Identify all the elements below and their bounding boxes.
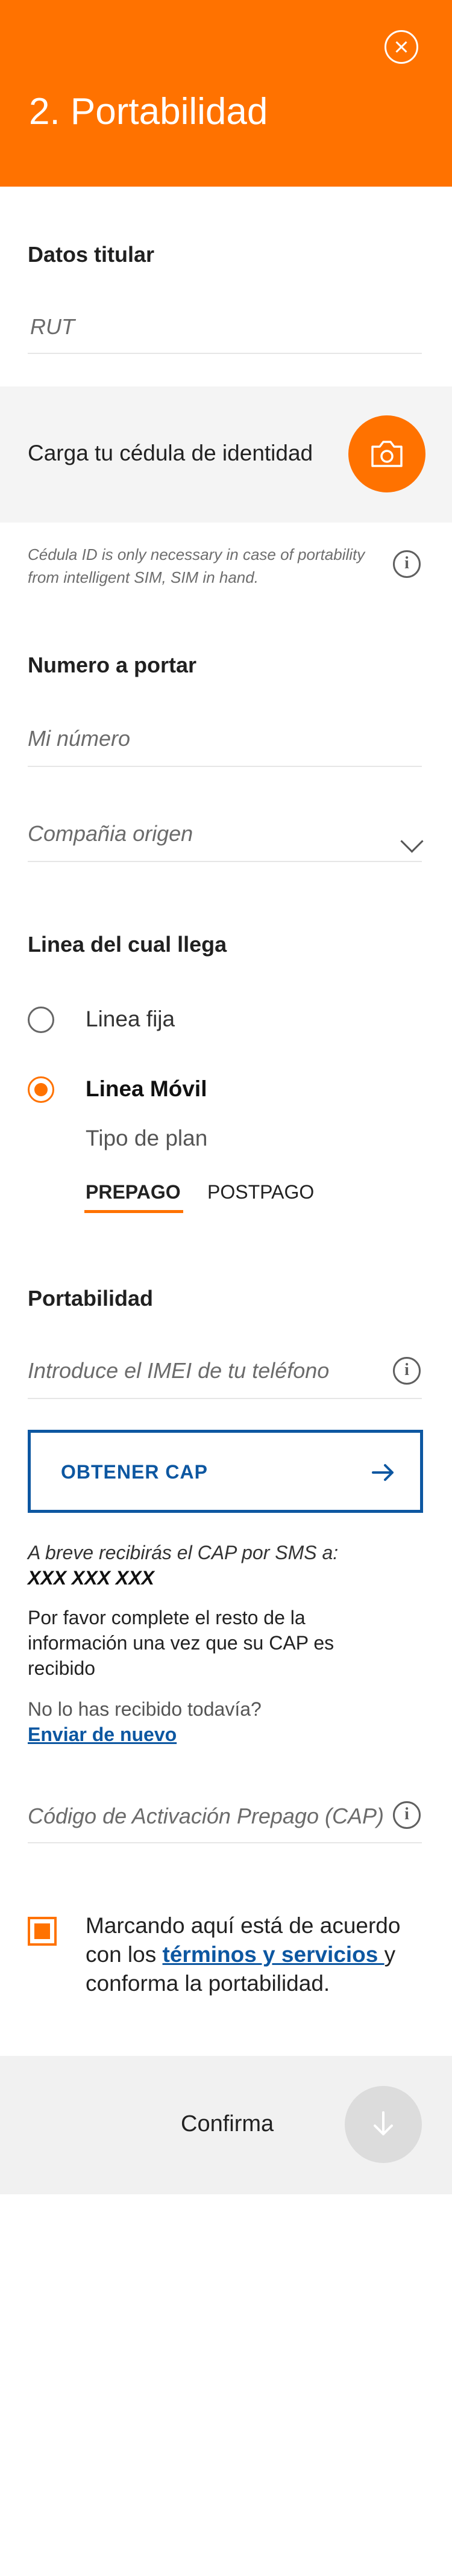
rut-input[interactable]: RUT xyxy=(30,314,75,340)
consent-checkbox[interactable] xyxy=(28,1917,57,1946)
terms-link[interactable]: términos y servicios xyxy=(163,1942,385,1967)
imei-input-underline xyxy=(28,1398,422,1399)
obtener-cap-label: OBTENER CAP xyxy=(61,1461,208,1483)
rut-input-underline xyxy=(28,353,422,354)
sms-number: XXX XXX XXX xyxy=(28,1567,154,1589)
info-icon[interactable]: i xyxy=(393,550,421,578)
section-title-numero: Numero a portar xyxy=(28,653,197,677)
section-title-datos-titular: Datos titular xyxy=(28,242,155,267)
page-title: 2. Portabilidad xyxy=(29,91,268,132)
arrow-right-icon xyxy=(372,1463,395,1485)
section-title-portabilidad: Portabilidad xyxy=(28,1286,154,1311)
radio-linea-movil[interactable] xyxy=(28,1076,54,1103)
cap-input[interactable]: Código de Activación Prepago (CAP) xyxy=(28,1804,384,1829)
confirm-button[interactable] xyxy=(345,2086,422,2163)
radio-linea-fija[interactable] xyxy=(28,1007,54,1033)
resend-link[interactable]: Enviar de nuevo xyxy=(28,1722,177,1747)
consent-text: Marcando aquí está de acuerdo con los té… xyxy=(86,1911,423,1998)
tab-postpago[interactable]: POSTPAGO xyxy=(207,1181,314,1203)
info-icon[interactable]: i xyxy=(393,1801,421,1829)
chevron-down-icon[interactable] xyxy=(400,830,424,853)
company-select-underline xyxy=(28,861,422,862)
camera-icon xyxy=(369,439,405,468)
cap-input-underline xyxy=(28,1842,422,1843)
section-title-linea: Linea del cual llega xyxy=(28,932,227,957)
tab-prepago-indicator xyxy=(84,1210,183,1213)
upload-id-note: Cédula ID is only necessary in case of p… xyxy=(28,545,365,586)
tab-prepago[interactable]: PREPAGO xyxy=(86,1181,181,1203)
number-input-underline xyxy=(28,766,422,767)
not-received-text: No lo has recibido todavía? xyxy=(28,1698,262,1720)
number-input[interactable]: Mi número xyxy=(28,726,130,751)
sms-note: A breve recibirás el CAP por SMS a: xyxy=(28,1542,339,1563)
obtener-cap-button[interactable]: OBTENER CAP xyxy=(28,1430,423,1513)
upload-id-label: Carga tu cédula de identidad xyxy=(28,441,313,465)
imei-input[interactable]: Introduce el IMEI de tu teléfono xyxy=(28,1358,329,1383)
radio-linea-fija-label[interactable]: Linea fija xyxy=(86,1007,175,1032)
radio-linea-movil-label[interactable]: Linea Móvil xyxy=(86,1076,207,1102)
confirm-label[interactable]: Confirma xyxy=(181,2111,274,2137)
close-icon[interactable] xyxy=(385,30,418,64)
cap-instructions: Por favor complete el resto de la inform… xyxy=(28,1607,334,1679)
footer-bar: Confirma xyxy=(0,2056,452,2194)
plan-type-label: Tipo de plan xyxy=(86,1126,208,1150)
company-select[interactable]: Compañia origen xyxy=(28,821,193,846)
upload-camera-button[interactable] xyxy=(348,415,425,492)
info-icon[interactable]: i xyxy=(393,1357,421,1385)
arrow-down-icon xyxy=(371,2110,395,2141)
